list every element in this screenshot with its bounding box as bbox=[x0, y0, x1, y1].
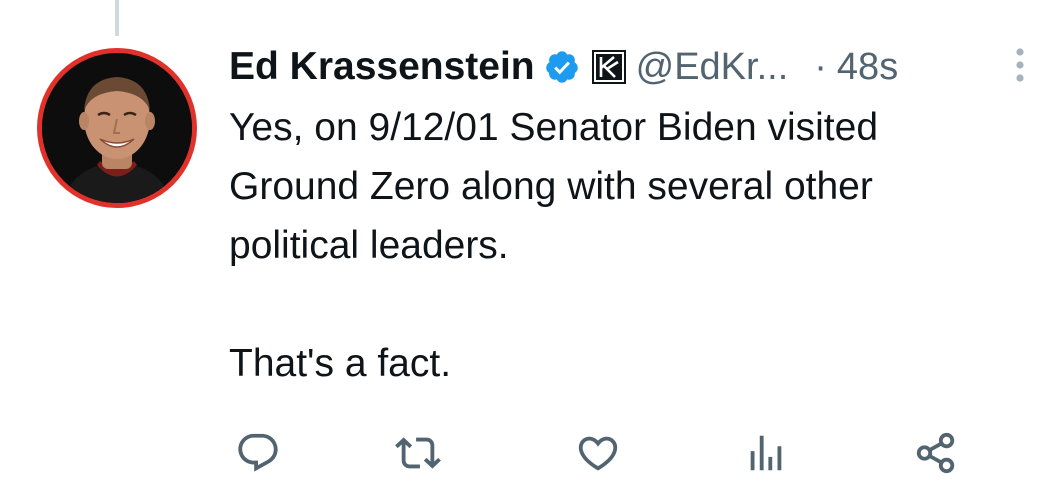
display-name[interactable]: Ed Krassenstein bbox=[229, 45, 535, 89]
timestamp[interactable]: 48s bbox=[837, 46, 898, 89]
views-icon bbox=[750, 435, 782, 471]
header-separator: · bbox=[814, 45, 827, 88]
like-icon bbox=[578, 436, 618, 471]
like-button[interactable] bbox=[573, 428, 623, 478]
thread-connector-line bbox=[115, 0, 119, 36]
tweet-action-bar bbox=[0, 428, 1053, 478]
author-handle[interactable]: @EdKr... bbox=[636, 46, 789, 89]
views-button[interactable] bbox=[741, 428, 791, 478]
more-icon bbox=[1016, 48, 1024, 82]
share-icon bbox=[916, 432, 955, 474]
tweet-header: Ed Krassenstein @EdKr... · 48s bbox=[229, 42, 898, 92]
tweet-text: Yes, on 9/12/01 Senator Biden visited Gr… bbox=[229, 106, 879, 385]
retweet-icon bbox=[395, 437, 441, 469]
retweet-button[interactable] bbox=[393, 428, 443, 478]
share-button[interactable] bbox=[911, 428, 961, 478]
avatar[interactable] bbox=[37, 48, 197, 208]
more-options-button[interactable] bbox=[1010, 46, 1030, 86]
avatar-image bbox=[42, 53, 192, 203]
verified-badge-icon[interactable] bbox=[544, 49, 580, 85]
affiliation-badge-icon[interactable] bbox=[591, 50, 626, 84]
reply-icon bbox=[238, 433, 278, 472]
reply-button[interactable] bbox=[233, 428, 283, 478]
